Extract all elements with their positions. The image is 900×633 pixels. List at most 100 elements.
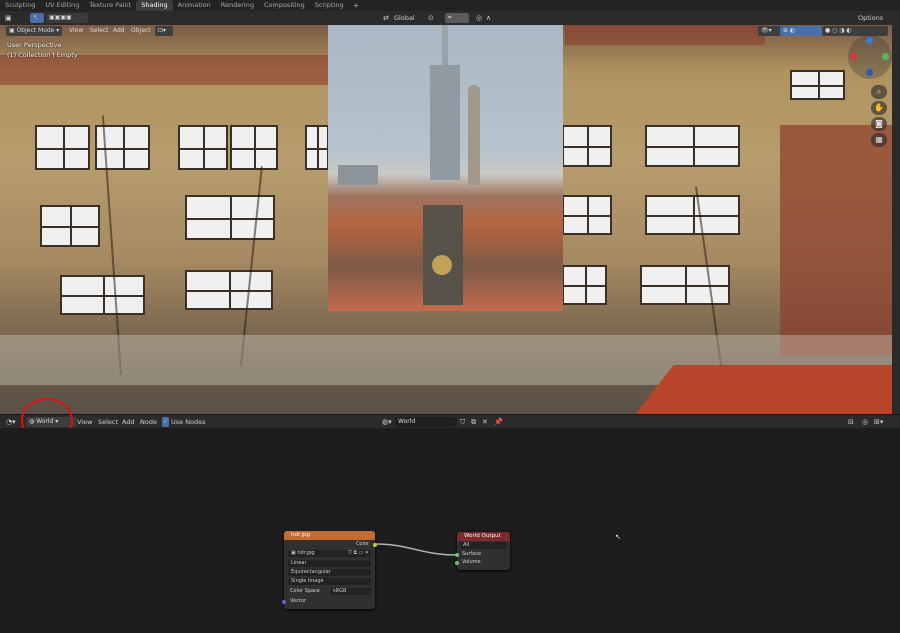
image-selector[interactable]: ▣ hdr.jpg ⛉ ⧉ ▭ ✕: [288, 550, 371, 557]
brick-band: [565, 25, 765, 45]
interpolation-dropdown[interactable]: Linear: [288, 560, 371, 567]
node-editor-header: ◔▾ ◍ World ▾ View Select Add Node ✓ Use …: [0, 414, 900, 429]
tab-rendering[interactable]: Rendering: [216, 0, 259, 11]
grid-toggle-icon[interactable]: ▦: [871, 133, 887, 147]
zoom-icon[interactable]: ⌕: [871, 85, 887, 99]
projection-dropdown[interactable]: Equirectangular: [288, 569, 371, 576]
object-mode-dropdown[interactable]: ▣ Object Mode ▾: [6, 26, 63, 36]
transform-orientation-icon: ⇄: [383, 14, 389, 22]
source-dropdown[interactable]: Single Image: [288, 578, 371, 585]
building-window: [185, 195, 275, 240]
select-tool-icon[interactable]: ↖: [30, 13, 44, 23]
vector-input-socket[interactable]: [282, 600, 286, 604]
surface-input-socket[interactable]: [455, 553, 459, 557]
brick-wall: [780, 125, 892, 355]
image-plane-photo: [328, 25, 563, 311]
volume-input-socket[interactable]: [455, 561, 459, 565]
tab-scripting[interactable]: Scripting: [310, 0, 349, 11]
volume-input-label: Volume: [462, 559, 481, 565]
color-space-label: Color Space: [290, 588, 320, 594]
building-window: [40, 205, 100, 247]
building-window: [562, 125, 612, 167]
world-name-field[interactable]: World: [395, 417, 457, 427]
pivot-icon[interactable]: ⊙: [428, 13, 434, 23]
unlink-close-icon[interactable]: ✕: [482, 417, 488, 427]
node-menu-add[interactable]: Add: [122, 417, 135, 427]
node-menu-node[interactable]: Node: [140, 417, 157, 427]
tab-animation[interactable]: Animation: [173, 0, 216, 11]
camera-view-icon[interactable]: ◙: [871, 117, 887, 131]
node-menu-select[interactable]: Select: [98, 417, 118, 427]
add-workspace-button[interactable]: +: [349, 0, 364, 11]
display-options-icon[interactable]: ⊞▾: [874, 417, 883, 427]
viewport-tool-header: ▣ ↖ ▣▣▣▣ ⇄ Global ⊙ ⌗ ◎ ∧ Options: [0, 11, 900, 25]
color-space-dropdown[interactable]: sRGB: [330, 588, 371, 595]
workspace-bar: Sculpting UV Editing Texture Paint Shadi…: [0, 0, 900, 11]
fake-user-shield-icon[interactable]: ⛉: [460, 417, 465, 427]
3d-viewport[interactable]: ▣ Object Mode ▾ View Select Add Object ⊡…: [0, 25, 892, 414]
color-to-surface-link: [374, 543, 459, 556]
tab-shading[interactable]: Shading: [136, 0, 173, 11]
viewport-menu-view[interactable]: View: [66, 26, 86, 36]
node-editor-canvas[interactable]: hdr.jpg Color ▣ hdr.jpg ⛉ ⧉ ▭ ✕ Linear Eq…: [0, 428, 900, 633]
target-dropdown[interactable]: All: [460, 542, 507, 549]
environment-texture-node[interactable]: hdr.jpg Color ▣ hdr.jpg ⛉ ⧉ ▭ ✕ Linear Eq…: [282, 531, 377, 609]
mouse-cursor-icon: ↖: [615, 533, 621, 541]
z-axis-icon[interactable]: [866, 37, 873, 44]
image-name: hdr.jpg: [297, 550, 315, 556]
output-color-label: Color: [355, 541, 369, 547]
tab-sculpting[interactable]: Sculpting: [0, 0, 40, 11]
editor-type-icon[interactable]: ◔▾: [6, 417, 16, 427]
shading-mode-icons[interactable]: ● ○ ◑ ◐: [822, 26, 888, 36]
snap-icon[interactable]: ⌗: [445, 13, 469, 23]
building-window: [35, 125, 90, 170]
options-dropdown[interactable]: Options: [858, 13, 883, 23]
pan-hand-icon[interactable]: ✋: [871, 101, 887, 115]
editor-type-icon[interactable]: ▣: [5, 13, 12, 23]
neg-z-axis-icon[interactable]: [866, 69, 873, 76]
vector-input-label: Vector: [290, 598, 306, 604]
building-window: [645, 125, 740, 167]
y-axis-icon[interactable]: [882, 53, 889, 60]
overlay-icon[interactable]: ◎: [862, 417, 868, 427]
image-buttons-icon[interactable]: ⛉ ⧉ ▭ ✕: [348, 550, 371, 557]
building-window: [640, 265, 730, 305]
properties-tab-strip[interactable]: [892, 25, 900, 414]
select-mode-icons[interactable]: ▣▣▣▣: [46, 13, 88, 23]
building-window: [60, 275, 145, 315]
proportional-edit-icon[interactable]: ◎: [476, 13, 482, 23]
transform-orientation-dropdown[interactable]: Global: [394, 13, 415, 23]
tab-uv-editing[interactable]: UV Editing: [40, 0, 84, 11]
duplicate-icon[interactable]: ⧉: [471, 417, 476, 427]
visibility-icon[interactable]: 👁▾: [758, 26, 782, 36]
use-nodes-label: Use Nodes: [171, 418, 206, 426]
world-datablock-icon[interactable]: ◍▾: [382, 417, 392, 427]
env-node-header[interactable]: hdr.jpg: [284, 531, 375, 540]
tab-texture-paint[interactable]: Texture Paint: [84, 0, 136, 11]
viewport-menu-select[interactable]: Select: [87, 26, 112, 36]
pin-icon[interactable]: 📌: [494, 417, 503, 427]
color-output-socket[interactable]: [373, 543, 377, 547]
gizmo-toggle-icons[interactable]: ⊕ ◐: [780, 26, 824, 36]
viewport-extra-icon[interactable]: ⊡▾: [155, 26, 173, 36]
use-nodes-checkbox[interactable]: ✓: [162, 417, 169, 427]
snap-icon[interactable]: ⊟: [848, 417, 854, 427]
building-window: [185, 270, 273, 310]
viewport-menu-object[interactable]: Object: [128, 26, 154, 36]
node-menu-view[interactable]: View: [77, 417, 92, 427]
world-output-node[interactable]: World Output All Surface Volume: [455, 532, 510, 570]
building-window: [562, 265, 607, 305]
view-perspective-label: User Perspective: [7, 41, 62, 49]
tab-compositing[interactable]: Compositing: [259, 0, 310, 11]
building-window: [790, 70, 845, 100]
distant-building: [338, 165, 378, 185]
building-window: [230, 125, 278, 170]
world-output-header[interactable]: World Output: [457, 532, 510, 541]
viewport-menu-add[interactable]: Add: [110, 26, 128, 36]
falloff-icon[interactable]: ∧: [486, 13, 491, 23]
building-window: [645, 195, 740, 235]
tv-tower: [430, 65, 460, 180]
chimney-tower: [468, 85, 480, 185]
navigation-gizmo[interactable]: [848, 35, 892, 79]
x-axis-icon[interactable]: [850, 53, 857, 60]
